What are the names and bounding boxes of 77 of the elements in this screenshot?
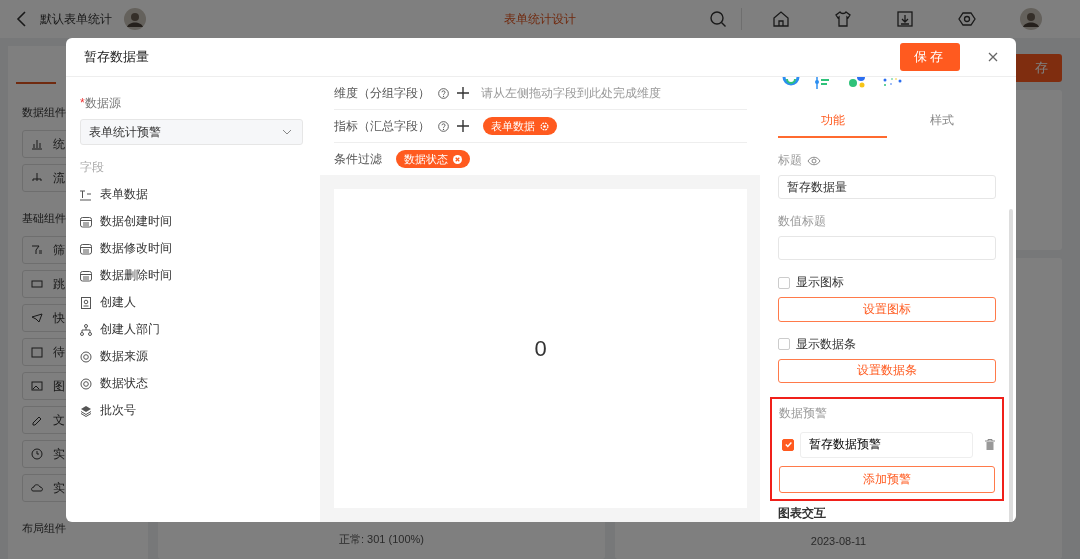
checkbox[interactable]: [782, 439, 794, 451]
cal-icon: [31, 346, 43, 358]
add-icon[interactable]: [457, 87, 469, 99]
add-icon[interactable]: [457, 120, 469, 132]
group-title: 布局组件: [22, 522, 66, 536]
calendar-icon: [80, 215, 92, 228]
app-title: 默认表单统计: [40, 10, 112, 28]
help-icon[interactable]: [438, 120, 449, 132]
scrollbar-thumb[interactable]: [1009, 209, 1013, 522]
trash-icon[interactable]: [985, 439, 995, 451]
source-select[interactable]: 表单统计预警: [80, 119, 303, 145]
field-item[interactable]: 数据创建时间: [80, 208, 303, 235]
text-field-icon: [80, 188, 92, 201]
field-item[interactable]: 表单数据: [80, 181, 303, 208]
download-icon[interactable]: [896, 10, 914, 28]
hint-text: 请从左侧拖动字段到此处完成维度: [481, 85, 661, 101]
link-icon: [31, 278, 43, 290]
image-icon: [31, 380, 43, 392]
title-input[interactable]: 暂存数据量: [778, 175, 996, 200]
avatar[interactable]: [1020, 8, 1042, 30]
avatar[interactable]: [124, 8, 146, 30]
alert-name-input[interactable]: 暂存数据预警: [800, 432, 973, 458]
field-item[interactable]: 数据状态: [80, 370, 303, 397]
dialog-title: 暂存数据量: [84, 48, 149, 66]
chart-icon: [31, 138, 43, 150]
group-title: 数据组件: [22, 106, 66, 120]
tree-icon: [31, 172, 43, 184]
settings-icon[interactable]: [958, 10, 976, 28]
section-label: 数据预警: [779, 405, 828, 422]
row-label: 维度（分组字段）: [334, 84, 430, 102]
home-icon[interactable]: [772, 10, 790, 28]
legend-text: 正常: 301 (100%): [339, 532, 424, 547]
checkbox[interactable]: [778, 338, 790, 351]
settings-icon[interactable]: [540, 121, 549, 131]
cloud-icon: [31, 482, 43, 494]
field-item[interactable]: 数据删除时间: [80, 262, 303, 289]
pen-icon: [31, 414, 43, 426]
contact-icon: [80, 296, 92, 309]
field-item[interactable]: 数据来源: [80, 343, 303, 370]
search-icon[interactable]: [709, 10, 727, 28]
close-icon[interactable]: [453, 154, 462, 164]
section-title: 图表交互: [778, 505, 827, 522]
section-label: 字段: [80, 159, 105, 176]
group-title: 基础组件: [22, 212, 66, 226]
checkbox-label: 显示数据条: [796, 335, 856, 353]
field-item[interactable]: 创建人: [80, 289, 303, 316]
checkbox[interactable]: [778, 276, 790, 289]
page-title: 表单统计设计: [504, 10, 576, 28]
bubble-chart-icon[interactable]: [848, 77, 868, 90]
tab[interactable]: 样式: [887, 105, 996, 139]
org-chart-icon: [80, 323, 92, 336]
calendar-icon: [80, 269, 92, 282]
shirt-icon[interactable]: [834, 10, 852, 28]
metric-value: 0: [534, 335, 547, 362]
clock-icon: [31, 448, 43, 460]
axis-label: 2023-08-11: [810, 535, 867, 547]
eye-icon[interactable]: [807, 155, 821, 166]
calendar-icon: [80, 242, 92, 255]
field-label: *数据源: [80, 95, 122, 112]
close-icon[interactable]: [988, 52, 998, 62]
checkbox-label: 显示图标: [796, 274, 844, 292]
field-item[interactable]: 批次号: [80, 397, 303, 424]
field-item[interactable]: 数据修改时间: [80, 235, 303, 262]
chevron-down-icon: [282, 129, 292, 135]
row-label: 条件过滤: [334, 150, 382, 168]
back-icon[interactable]: [16, 11, 28, 27]
help-icon[interactable]: [438, 87, 449, 99]
radio-icon: [80, 350, 92, 363]
value-title-input[interactable]: [778, 236, 996, 261]
field-label: 标题: [778, 152, 802, 170]
radio-icon: [80, 377, 92, 390]
field-label: 数值标题: [778, 213, 826, 231]
field-item[interactable]: 创建人部门: [80, 316, 303, 343]
layers-icon: [80, 404, 92, 417]
filter-icon: [31, 244, 43, 256]
row-label: 指标（汇总字段）: [334, 117, 430, 135]
send-icon: [31, 312, 43, 324]
